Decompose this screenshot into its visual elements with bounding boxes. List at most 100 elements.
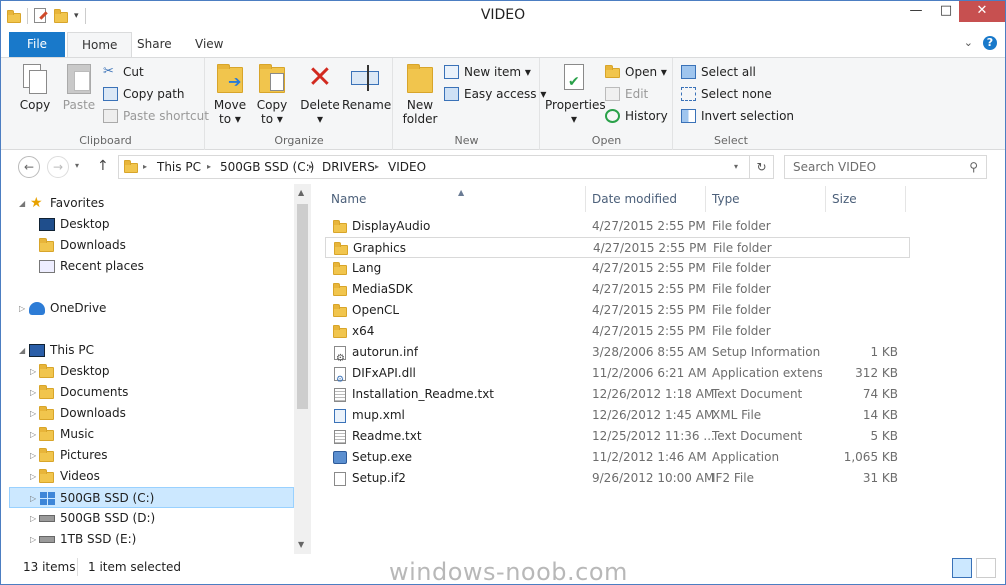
expand-ribbon-icon[interactable]: ⌄ — [964, 36, 973, 50]
nav-fav-recent-places[interactable]: Recent places — [1, 256, 294, 277]
nav-pc-videos[interactable]: ▷ Videos — [1, 466, 294, 487]
nav-fav-downloads[interactable]: Downloads — [1, 235, 294, 256]
file-name: Readme.txt — [352, 429, 422, 443]
nav-pc-downloads[interactable]: ▷ Downloads — [1, 403, 294, 424]
file-row[interactable]: Setup.exe 11/2/2012 1:46 AM Application 1,0… — [325, 447, 910, 468]
new-folder-button[interactable]: New folder — [400, 61, 440, 126]
file-row[interactable]: Readme.txt 12/25/2012 11:36 ... Text Docum… — [325, 426, 910, 447]
up-button[interactable]: ↑ — [97, 158, 109, 174]
history-button[interactable]: History — [605, 106, 668, 126]
file-name: DIFxAPI.dll — [352, 366, 416, 380]
drive-icon — [39, 515, 55, 522]
new-item-button[interactable]: New item ▾ — [444, 62, 531, 82]
column-header-date[interactable]: Date modified — [586, 186, 706, 212]
file-row[interactable]: Setup.if2 9/26/2012 10:00 AM IF2 File 31 KB — [325, 468, 910, 489]
file-date: 9/26/2012 10:00 AM — [592, 471, 715, 485]
cut-button[interactable]: ✂ Cut — [103, 62, 144, 82]
breadcrumb-drive[interactable]: 500GB SSD (C:) — [220, 156, 314, 178]
help-icon[interactable]: ? — [983, 36, 997, 50]
nav-onedrive[interactable]: ▷ OneDrive — [1, 298, 294, 319]
paste-icon — [63, 61, 95, 95]
file-name: Lang — [352, 261, 382, 275]
tab-share[interactable]: Share — [123, 32, 186, 57]
details-view-button[interactable] — [952, 558, 972, 578]
address-bar[interactable]: ▸ This PC ▸ 500GB SSD (C:) ▸ DRIVERS ▸ V… — [118, 155, 774, 179]
properties-button[interactable]: ✔ Properties ▾ — [545, 61, 606, 126]
nav-pc-drive-c[interactable]: ▷ 500GB SSD (C:) — [9, 487, 294, 508]
refresh-button[interactable]: ↻ — [749, 155, 774, 179]
back-button[interactable]: ← — [18, 156, 40, 178]
file-row[interactable]: Lang 4/27/2015 2:55 PM File folder — [325, 258, 910, 279]
new-group-label: New — [454, 134, 479, 147]
paste-shortcut-button[interactable]: Paste shortcut — [103, 106, 209, 126]
maximize-button[interactable]: □ — [931, 1, 961, 22]
recent-locations-icon[interactable]: ▾ — [75, 161, 79, 170]
close-button[interactable]: ✕ — [959, 1, 1005, 22]
file-date: 3/28/2006 8:55 AM — [592, 345, 707, 359]
search-input[interactable]: Search VIDEO ⚲ — [784, 155, 987, 179]
xml-file-icon — [333, 409, 347, 423]
setup-exe-icon — [333, 451, 347, 464]
file-row[interactable]: ⚙ autorun.inf 3/28/2006 8:55 AM Setup Infor… — [325, 342, 910, 364]
scroll-up-icon[interactable]: ▲ — [298, 188, 304, 197]
folder-icon — [333, 262, 347, 275]
invert-selection-button[interactable]: Invert selection — [681, 106, 794, 126]
column-header-type[interactable]: Type — [706, 186, 826, 212]
minimize-button[interactable]: — — [901, 1, 931, 22]
collapse-arrow-icon[interactable]: ◢ — [19, 340, 29, 361]
scroll-down-icon[interactable]: ▼ — [298, 540, 304, 549]
nav-this-pc[interactable]: ◢ This PC — [1, 340, 294, 361]
nav-pc-pictures[interactable]: ▷ Pictures — [1, 445, 294, 466]
collapse-arrow-icon[interactable]: ◢ — [19, 193, 29, 214]
file-size: 74 KB — [862, 387, 898, 401]
file-row[interactable]: Graphics 4/27/2015 2:55 PM File folder — [325, 237, 910, 258]
forward-button[interactable]: → — [47, 156, 69, 178]
scrollbar-thumb[interactable] — [297, 204, 308, 409]
nav-fav-desktop[interactable]: Desktop — [1, 214, 294, 235]
search-icon: ⚲ — [969, 160, 978, 174]
scissors-icon: ✂ — [103, 64, 114, 79]
file-row[interactable]: DisplayAudio 4/27/2015 2:55 PM File folder — [325, 216, 910, 237]
copy-to-button[interactable]: Copy to ▾ — [252, 61, 292, 126]
nav-pc-drive-d[interactable]: ▷ 500GB SSD (D:) — [1, 508, 294, 529]
open-button[interactable]: Open ▾ — [605, 62, 667, 82]
file-date: 4/27/2015 2:55 PM — [593, 241, 707, 255]
select-none-button[interactable]: Select none — [681, 84, 772, 104]
file-row[interactable]: OpenCL 4/27/2015 2:55 PM File folder — [325, 300, 910, 321]
ribbon-tabs: File Home Share View — [1, 32, 1005, 58]
large-icons-view-button[interactable] — [976, 558, 996, 578]
nav-favorites[interactable]: ◢ ★ Favorites — [1, 193, 294, 214]
file-row[interactable]: MediaSDK 4/27/2015 2:55 PM File folder — [325, 279, 910, 300]
file-date: 4/27/2015 2:55 PM — [592, 261, 706, 275]
paste-shortcut-icon — [103, 109, 118, 123]
tab-file[interactable]: File — [9, 32, 65, 57]
column-header-name[interactable]: Name ▲ — [325, 186, 586, 212]
nav-pc-drive-e[interactable]: ▷ 1TB SSD (E:) — [1, 529, 294, 550]
move-to-button[interactable]: ➔ Move to ▾ — [210, 61, 250, 126]
select-all-button[interactable]: Select all — [681, 62, 756, 82]
column-header-size[interactable]: Size — [826, 186, 906, 212]
edit-button[interactable]: Edit — [605, 84, 648, 104]
address-dropdown-icon[interactable]: ▾ — [734, 156, 738, 178]
nav-pc-documents[interactable]: ▷ Documents — [1, 382, 294, 403]
file-row[interactable]: ⚙ DIFxAPI.dll 11/2/2006 6:21 AM Application… — [325, 363, 910, 385]
copy-button[interactable]: Copy — [15, 61, 55, 112]
file-row[interactable]: x64 4/27/2015 2:55 PM File folder — [325, 321, 910, 342]
file-row[interactable]: mup.xml 12/26/2012 1:45 AM XML File 14 KB — [325, 405, 910, 426]
copy-path-button[interactable]: Copy path — [103, 84, 185, 104]
file-name: Graphics — [353, 241, 406, 255]
tab-view[interactable]: View — [181, 32, 237, 57]
nav-pc-desktop[interactable]: ▷ Desktop — [1, 361, 294, 382]
breadcrumb-drivers[interactable]: DRIVERS — [322, 156, 375, 178]
nav-pc-music[interactable]: ▷ Music — [1, 424, 294, 445]
rename-button[interactable]: Rename — [342, 61, 391, 112]
expand-arrow-icon[interactable]: ▷ — [30, 488, 40, 509]
paste-button[interactable]: Paste — [59, 61, 99, 112]
file-row[interactable]: Installation_Readme.txt 12/26/2012 1:18 A… — [325, 384, 910, 405]
easy-access-button[interactable]: Easy access ▾ — [444, 84, 546, 104]
delete-button[interactable]: ✕ Delete ▾ — [300, 61, 340, 127]
breadcrumb-this-pc[interactable]: This PC — [157, 156, 201, 178]
expand-arrow-icon[interactable]: ▷ — [19, 298, 29, 319]
nav-pane-scrollbar[interactable]: ▲ ▼ — [294, 184, 311, 554]
breadcrumb-video[interactable]: VIDEO — [388, 156, 426, 178]
